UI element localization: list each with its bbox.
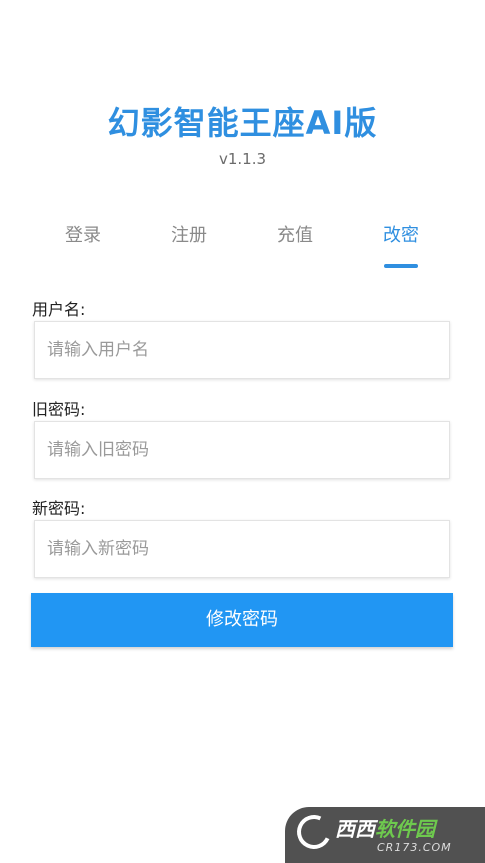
watermark-brand: 西西软件园 bbox=[335, 813, 435, 842]
watermark-brand-part-b: 软件园 bbox=[375, 817, 435, 841]
new-password-input[interactable] bbox=[35, 521, 449, 577]
app-version: v1.1.3 bbox=[218, 150, 267, 168]
new-password-field-box bbox=[34, 520, 450, 578]
active-tab-indicator bbox=[384, 264, 418, 268]
old-password-field-box bbox=[34, 421, 450, 479]
tab-bar: 登录 注册 充值 改密 bbox=[30, 218, 455, 270]
change-password-button[interactable]: 修改密码 bbox=[31, 593, 453, 647]
old-password-label: 旧密码: bbox=[32, 400, 86, 419]
tab-login[interactable]: 登录 bbox=[30, 218, 136, 270]
tab-change-password[interactable]: 改密 bbox=[348, 218, 454, 270]
watermark-brand-part-a: 西西 bbox=[335, 817, 375, 841]
new-password-label: 新密码: bbox=[32, 499, 86, 518]
watermark-logo: 西西软件园 CR173.COM bbox=[285, 807, 485, 863]
username-label: 用户名: bbox=[32, 300, 86, 319]
tab-register[interactable]: 注册 bbox=[136, 218, 242, 270]
watermark-domain: CR173.COM bbox=[377, 841, 452, 854]
username-input[interactable] bbox=[35, 322, 449, 378]
old-password-input[interactable] bbox=[35, 422, 449, 478]
watermark-ring-icon bbox=[292, 810, 336, 854]
username-field-box bbox=[34, 321, 450, 379]
tab-recharge[interactable]: 充值 bbox=[242, 218, 348, 270]
app-title: 幻影智能王座AI版 bbox=[107, 104, 378, 142]
